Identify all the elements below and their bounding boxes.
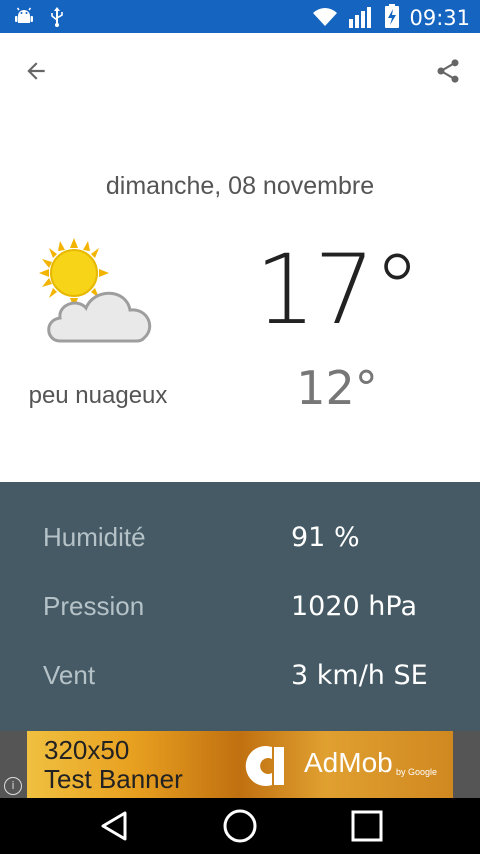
usb-icon bbox=[50, 7, 64, 32]
wind-value: 3 km/h SE bbox=[291, 660, 428, 691]
admob-brand: AdMob bbox=[304, 747, 393, 778]
wind-label: Vent bbox=[43, 660, 96, 690]
partly-cloudy-icon bbox=[38, 238, 162, 348]
detail-row-humidity: Humidité 91 % bbox=[0, 522, 480, 562]
battery-charging-icon bbox=[385, 4, 400, 33]
ad-info-icon[interactable]: i bbox=[4, 777, 22, 795]
share-icon bbox=[437, 59, 459, 83]
ad-banner[interactable]: 320x50 Test Banner AdMob by Google bbox=[27, 731, 453, 798]
nav-recents-button[interactable] bbox=[347, 806, 387, 846]
humidity-label: Humidité bbox=[43, 522, 146, 552]
circle-home-icon bbox=[223, 809, 257, 843]
temperature-high: 17° bbox=[254, 234, 421, 346]
arrow-left-icon bbox=[27, 62, 45, 80]
android-debug-icon bbox=[14, 7, 34, 32]
triangle-back-icon bbox=[101, 811, 127, 841]
ad-container: i 320x50 Test Banner AdMob by Google bbox=[0, 731, 480, 798]
wifi-icon bbox=[311, 5, 339, 32]
signal-icon bbox=[349, 4, 375, 33]
detail-row-pressure: Pression 1020 hPa bbox=[0, 591, 480, 631]
forecast-date: dimanche, 08 novembre bbox=[105, 172, 375, 200]
temperature-low: 12° bbox=[296, 361, 378, 415]
ad-size-text: 320x50 bbox=[44, 735, 130, 765]
nav-back-button[interactable] bbox=[94, 806, 134, 846]
status-time: 09:31 bbox=[409, 6, 470, 30]
ad-title-text: Test Banner bbox=[44, 764, 183, 794]
humidity-value: 91 % bbox=[291, 522, 360, 553]
admob-brand-sub: by Google bbox=[396, 767, 438, 777]
weather-details-panel: Humidité 91 % Pression 1020 hPa Vent 3 k… bbox=[0, 482, 480, 731]
back-button[interactable] bbox=[18, 53, 54, 89]
square-recents-icon bbox=[351, 810, 383, 842]
admob-logo-icon bbox=[245, 746, 284, 786]
pressure-value: 1020 hPa bbox=[291, 591, 418, 622]
weather-condition: peu nuageux bbox=[28, 382, 168, 409]
detail-row-wind: Vent 3 km/h SE bbox=[0, 660, 480, 700]
pressure-label: Pression bbox=[43, 591, 145, 621]
share-button[interactable] bbox=[430, 53, 466, 89]
status-bar: 09:31 bbox=[0, 0, 480, 33]
nav-home-button[interactable] bbox=[220, 806, 260, 846]
toolbar bbox=[0, 33, 480, 108]
navigation-bar bbox=[0, 798, 480, 854]
